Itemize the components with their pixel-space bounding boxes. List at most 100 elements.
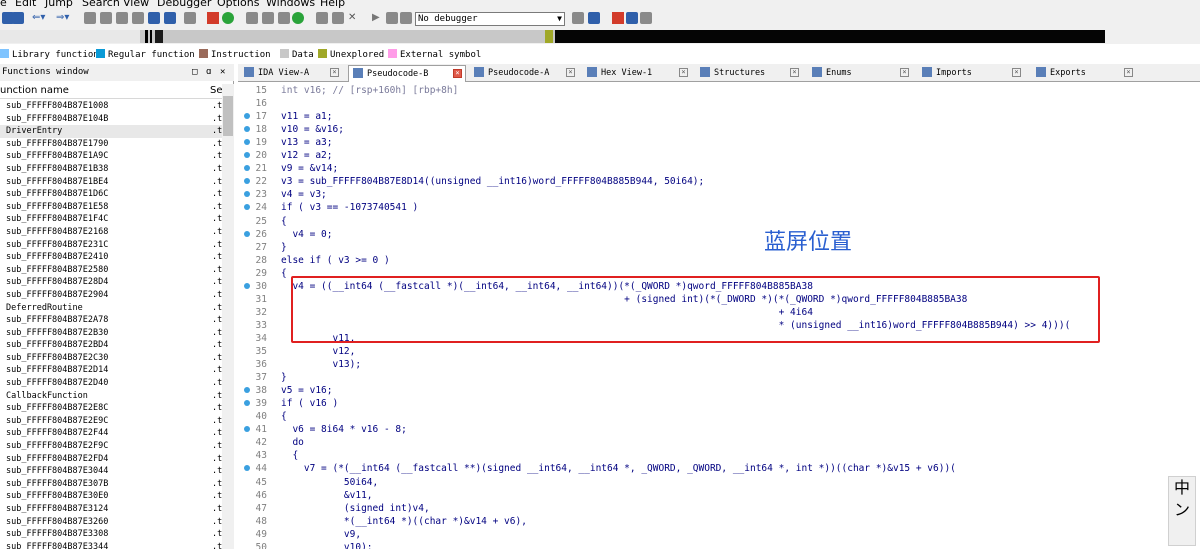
graph-icon[interactable] — [316, 12, 328, 24]
code-line[interactable]: 15 int v16; // [rsp+160h] [rbp+8h] — [238, 84, 1200, 97]
code-line[interactable]: 47 (signed int)v4, — [238, 502, 1200, 515]
function-row[interactable]: sub_FFFFF804B87E3344 .t — [0, 541, 222, 549]
breakpoint-dot-icon[interactable] — [244, 465, 250, 472]
search-icon[interactable] — [100, 12, 112, 24]
breakpoint-dot-icon[interactable] — [244, 426, 250, 433]
attach-icon[interactable] — [588, 12, 600, 24]
tab-hex-view-1[interactable]: Hex View-1 × — [583, 65, 693, 82]
stop-icon[interactable] — [207, 12, 219, 24]
code-line[interactable]: 38 v5 = v16; — [238, 384, 1200, 397]
function-row[interactable]: sub_FFFFF804B87E2F9C .t — [0, 440, 222, 453]
struct-icon[interactable] — [246, 12, 258, 24]
breakpoint-dot-icon[interactable] — [244, 165, 250, 172]
tab-exports[interactable]: Exports × — [1032, 65, 1138, 82]
function-row[interactable]: sub_FFFFF804B87E1BE4 .t — [0, 176, 222, 189]
ime-indicator[interactable]: 中 ン — [1168, 476, 1196, 546]
stop-debug-icon[interactable] — [400, 12, 412, 24]
function-row[interactable]: sub_FFFFF804B87E2FD4 .t — [0, 453, 222, 466]
close-icon[interactable]: ✕ — [220, 64, 225, 81]
code-line[interactable]: 18 v10 = &v16; — [238, 123, 1200, 136]
next-icon[interactable] — [148, 12, 160, 24]
function-row[interactable]: sub_FFFFF804B87E2C30 .t — [0, 352, 222, 365]
function-row[interactable]: DriverEntry .t — [0, 125, 222, 138]
code-line[interactable]: 20 v12 = a2; — [238, 149, 1200, 162]
menu-item-windows[interactable]: Windows — [266, 0, 315, 9]
menu-item-help[interactable]: Help — [320, 0, 345, 9]
function-row[interactable]: sub_FFFFF804B87E1008 .t — [0, 100, 222, 113]
code-line[interactable]: 28 else if ( v3 >= 0 ) — [238, 254, 1200, 267]
forward-icon[interactable]: ⇒▾ — [56, 12, 69, 24]
xref-icon[interactable] — [278, 12, 290, 24]
debugger-select[interactable]: No debugger ▼ — [415, 12, 565, 26]
function-row[interactable]: sub_FFFFF804B87E231C .t — [0, 239, 222, 252]
binary-search-icon[interactable] — [132, 12, 144, 24]
down-arrow-icon[interactable] — [164, 12, 176, 24]
menu-item-jump[interactable]: Jump — [45, 0, 73, 9]
code-line[interactable]: 36 v13); — [238, 358, 1200, 371]
breakpoint-icon[interactable] — [612, 12, 624, 24]
code-line[interactable]: 49 v9, — [238, 528, 1200, 541]
save-icon[interactable] — [12, 12, 24, 24]
menu-item-search[interactable]: Search — [82, 0, 120, 9]
back-icon[interactable]: ⇐▾ — [32, 12, 45, 24]
code-line[interactable]: 46 &v11, — [238, 489, 1200, 502]
code-line[interactable]: 37} — [238, 371, 1200, 384]
breakpoint-dot-icon[interactable] — [244, 152, 250, 159]
code-line[interactable]: 24 if ( v3 == -1073740541 ) — [238, 201, 1200, 214]
function-row[interactable]: sub_FFFFF804B87E1B38 .t — [0, 163, 222, 176]
function-row[interactable]: sub_FFFFF804B87E2E8C .t — [0, 402, 222, 415]
code-icon[interactable] — [184, 12, 196, 24]
tab-enums[interactable]: Enums × — [808, 65, 914, 82]
code-line[interactable]: 35 v12, — [238, 345, 1200, 358]
tab-pseudocode-b[interactable]: Pseudocode-B × — [348, 65, 466, 82]
close-x-icon[interactable]: ✕ — [348, 12, 356, 24]
close-icon[interactable]: × — [566, 68, 575, 77]
close-icon[interactable]: × — [330, 68, 339, 77]
breakpoint-dot-icon[interactable] — [244, 178, 250, 185]
play-icon[interactable]: ▶ — [372, 12, 380, 24]
code-line[interactable]: 19 v13 = a3; — [238, 136, 1200, 149]
breakpoint-dot-icon[interactable] — [244, 204, 250, 211]
functions-scrollbar[interactable] — [222, 84, 234, 549]
run-icon[interactable] — [222, 12, 234, 24]
breakpoint-dot-icon[interactable] — [244, 113, 250, 120]
function-row[interactable]: sub_FFFFF804B87E1F4C .t — [0, 213, 222, 226]
menu-item-e[interactable]: e — [0, 0, 7, 9]
function-row[interactable]: sub_FFFFF804B87E2B30 .t — [0, 327, 222, 340]
chart-icon[interactable] — [332, 12, 344, 24]
function-row[interactable]: sub_FFFFF804B87E1D6C .t — [0, 188, 222, 201]
column-header-segment[interactable]: Se — [210, 83, 223, 99]
function-row[interactable]: sub_FFFFF804B87E1A9C .t — [0, 150, 222, 163]
breakpoint-dot-icon[interactable] — [244, 387, 250, 394]
menu-item-options[interactable]: Options — [217, 0, 259, 9]
close-icon[interactable]: × — [790, 68, 799, 77]
close-icon[interactable]: × — [679, 68, 688, 77]
restore-icon[interactable]: □ — [192, 64, 197, 81]
tab-structures[interactable]: Structures × — [696, 65, 804, 82]
breakpoint-dot-icon[interactable] — [244, 126, 250, 133]
code-line[interactable]: 25 { — [238, 215, 1200, 228]
code-line[interactable]: 23 v4 = v3; — [238, 188, 1200, 201]
tab-pseudocode-a[interactable]: Pseudocode-A × — [470, 65, 580, 82]
breakpoint-dot-icon[interactable] — [244, 230, 250, 237]
code-line[interactable]: 27} — [238, 241, 1200, 254]
function-row[interactable]: sub_FFFFF804B87E2168 .t — [0, 226, 222, 239]
debug-options-icon[interactable] — [572, 12, 584, 24]
function-row[interactable]: sub_FFFFF804B87E28D4 .t — [0, 276, 222, 289]
enum-icon[interactable] — [262, 12, 274, 24]
code-line[interactable]: 16 — [238, 97, 1200, 110]
function-row[interactable]: CallbackFunction .t — [0, 390, 222, 403]
code-line[interactable]: 48 *(__int64 *)((char *)&v14 + v6), — [238, 515, 1200, 528]
function-row[interactable]: sub_FFFFF804B87E2904 .t — [0, 289, 222, 302]
scroll-thumb[interactable] — [223, 96, 233, 136]
breakpoint-dot-icon[interactable] — [244, 191, 250, 198]
function-row[interactable]: sub_FFFFF804B87E2D40 .t — [0, 377, 222, 390]
function-row[interactable]: sub_FFFFF804B87E104B .t — [0, 113, 222, 126]
breakpoint-dot-icon[interactable] — [244, 400, 250, 407]
function-row[interactable]: sub_FFFFF804B87E1E58 .t — [0, 201, 222, 214]
code-line[interactable]: 22 v3 = sub_FFFFF804B87E8D14((unsigned __… — [238, 175, 1200, 188]
close-icon[interactable]: × — [900, 68, 909, 77]
function-row[interactable]: sub_FFFFF804B87E2580 .t — [0, 264, 222, 277]
pause-icon[interactable] — [386, 12, 398, 24]
function-row[interactable]: sub_FFFFF804B87E2D14 .t — [0, 364, 222, 377]
